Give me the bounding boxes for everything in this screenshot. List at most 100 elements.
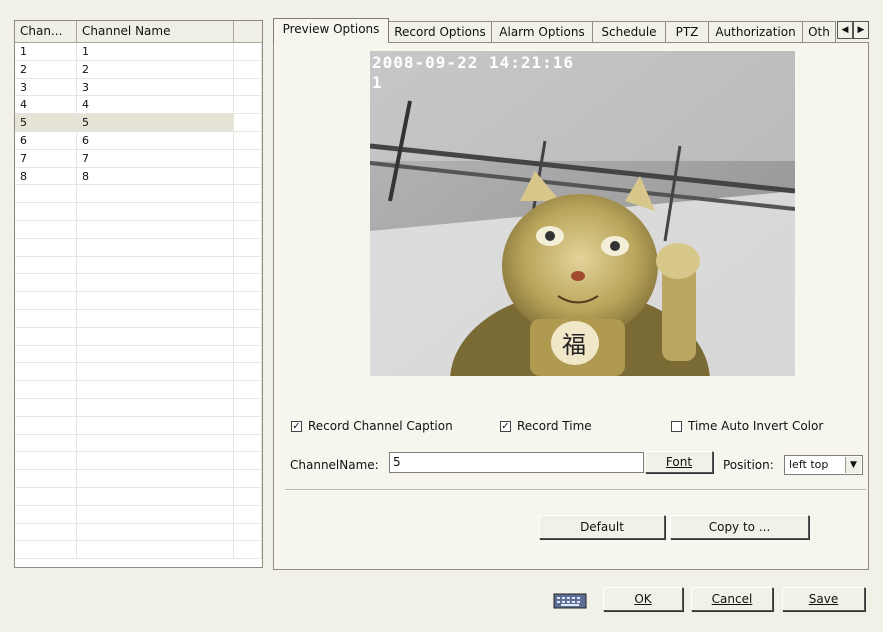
empty-cell [15, 274, 77, 292]
table-row[interactable]: 88 [15, 167, 262, 186]
channel-name-cell: 1 [77, 43, 234, 60]
table-row[interactable]: 11 [15, 43, 262, 61]
record-time-checkbox[interactable]: ✓ Record Time [500, 419, 592, 433]
empty-cell [77, 345, 234, 363]
channel-table: Chan... Channel Name 1122334455667788 [14, 20, 263, 568]
empty-cell [15, 523, 77, 541]
empty-row [15, 470, 262, 488]
empty-row [15, 185, 262, 204]
empty-cell [15, 381, 77, 398]
empty-cell [15, 487, 77, 505]
time-auto-invert-color-label: Time Auto Invert Color [688, 419, 824, 433]
tab-alarm-options[interactable]: Alarm Options [491, 21, 593, 42]
empty-cell [15, 292, 77, 309]
empty-cell [77, 505, 234, 523]
preview-osd-channel: 1 [372, 73, 382, 92]
empty-cell [77, 434, 234, 452]
empty-row [15, 363, 262, 382]
channel-table-header: Chan... Channel Name [15, 21, 262, 43]
position-select[interactable]: left top ▼ [784, 455, 863, 475]
channel-number-cell: 3 [15, 78, 77, 96]
empty-row [15, 487, 262, 506]
empty-row [15, 523, 262, 542]
cancel-button-label: Cancel [711, 592, 753, 606]
time-auto-invert-color-checkbox[interactable]: Time Auto Invert Color [671, 419, 823, 433]
empty-row [15, 309, 262, 328]
empty-cell [77, 523, 234, 541]
table-row[interactable]: 33 [15, 78, 262, 97]
empty-row [15, 274, 262, 293]
channel-name-label: ChannelName: [290, 458, 379, 472]
empty-row [15, 345, 262, 364]
empty-cell [234, 381, 262, 398]
copy-to-button[interactable]: Copy to ... [670, 515, 809, 539]
channel-name-input[interactable]: 5 [389, 452, 644, 473]
channel-name-cell: 6 [77, 131, 234, 149]
blank-cell [234, 96, 262, 114]
blank-cell [234, 131, 262, 149]
save-button[interactable]: Save [782, 587, 865, 611]
empty-cell [77, 541, 234, 559]
empty-cell [234, 238, 262, 256]
table-row[interactable]: 22 [15, 60, 262, 79]
checkbox-box[interactable]: ✓ [291, 420, 302, 432]
arrow-right-icon: ▶ [857, 25, 865, 35]
column-header-channel-name[interactable]: Channel Name [77, 21, 234, 42]
checkbox-box[interactable]: ✓ [500, 420, 511, 432]
empty-cell [77, 203, 234, 220]
empty-cell [77, 185, 234, 203]
empty-cell [15, 416, 77, 434]
empty-row [15, 452, 262, 471]
empty-cell [15, 327, 77, 345]
channel-number-cell: 4 [15, 96, 77, 114]
cancel-button[interactable]: Cancel [691, 587, 773, 611]
channel-name-cell: 2 [77, 60, 234, 78]
channel-name-cell: 8 [77, 167, 234, 185]
empty-cell [234, 363, 262, 381]
empty-cell [15, 238, 77, 256]
empty-row [15, 505, 262, 524]
blank-cell [234, 114, 262, 131]
tab-ptz[interactable]: PTZ [665, 21, 709, 42]
empty-cell [234, 470, 262, 487]
tab-scroll-right-button[interactable]: ▶ [853, 21, 869, 39]
empty-cell [234, 220, 262, 238]
save-button-label: Save [808, 592, 839, 606]
empty-row [15, 541, 262, 560]
empty-cell [234, 309, 262, 327]
column-header-blank[interactable] [234, 21, 262, 42]
empty-cell [234, 327, 262, 345]
table-row[interactable]: 77 [15, 149, 262, 168]
font-button[interactable]: Font [645, 451, 713, 473]
ok-button-label: OK [634, 592, 652, 606]
empty-cell [15, 309, 77, 327]
column-header-channel-number[interactable]: Chan... [15, 21, 77, 42]
channel-name-cell: 4 [77, 96, 234, 114]
tab-authorization[interactable]: Authorization [708, 21, 803, 42]
chevron-down-icon[interactable]: ▼ [845, 457, 861, 473]
keyboard-icon[interactable] [553, 590, 587, 612]
empty-cell [234, 541, 262, 559]
table-row[interactable]: 44 [15, 96, 262, 115]
table-row[interactable]: 66 [15, 131, 262, 150]
empty-cell [234, 434, 262, 452]
empty-cell [15, 434, 77, 452]
tab-schedule[interactable]: Schedule [592, 21, 666, 42]
tab-others[interactable]: Oth [802, 21, 836, 42]
channel-table-body: 1122334455667788 [15, 43, 262, 560]
empty-cell [15, 203, 77, 220]
record-channel-caption-checkbox[interactable]: ✓ Record Channel Caption [291, 419, 453, 433]
default-button[interactable]: Default [539, 515, 665, 539]
empty-cell [234, 345, 262, 363]
checkbox-box[interactable] [671, 420, 682, 432]
tab-preview-options[interactable]: Preview Options [273, 18, 389, 43]
tab-scroll-left-button[interactable]: ◀ [837, 21, 853, 39]
ok-button[interactable]: OK [603, 587, 683, 611]
empty-cell [15, 363, 77, 381]
empty-cell [77, 309, 234, 327]
tab-record-options[interactable]: Record Options [388, 21, 492, 42]
empty-cell [77, 487, 234, 505]
table-row[interactable]: 55 [15, 114, 262, 132]
font-button-label: Font [665, 455, 693, 469]
empty-cell [15, 470, 77, 487]
